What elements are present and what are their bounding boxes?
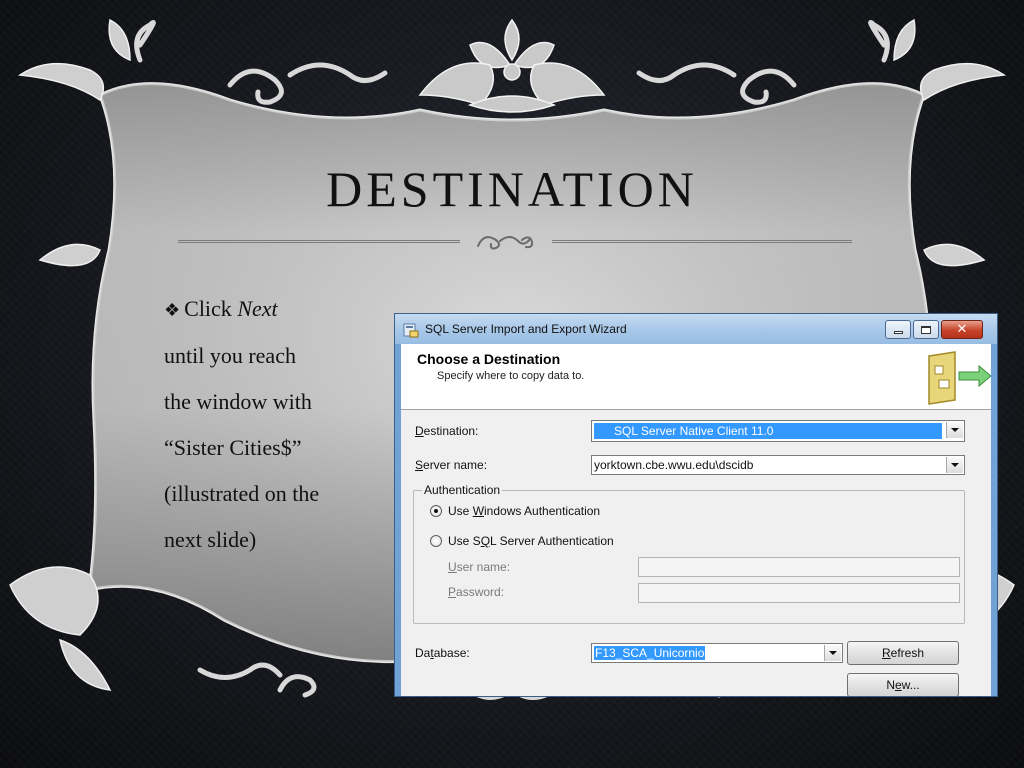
sql-auth-label[interactable]: Use SQL Server Authentication	[448, 534, 614, 548]
password-label: Password:	[448, 585, 505, 599]
dialog-title: SQL Server Import and Export Wizard	[425, 322, 627, 336]
minimize-icon	[893, 331, 903, 334]
user-name-label: User name:	[448, 560, 511, 574]
database-value: F13_SCA_Unicornio	[594, 646, 706, 660]
close-button[interactable]: ✕	[941, 320, 983, 339]
user-name-field[interactable]	[638, 557, 960, 577]
windows-auth-radio[interactable]	[430, 505, 442, 517]
destination-wizard-icon	[928, 351, 991, 405]
destination-combo[interactable]: SQL Server Native Client 11.0	[591, 420, 965, 442]
bullet-line-3: the window with	[164, 389, 312, 414]
refresh-button[interactable]: Refresh	[847, 641, 959, 665]
dialog-titlebar[interactable]: SQL Server Import and Export Wizard ✕	[395, 314, 997, 344]
sql-auth-radio[interactable]	[430, 535, 442, 547]
close-icon: ✕	[956, 322, 968, 337]
windows-auth-label[interactable]: Use Windows Authentication	[448, 504, 600, 518]
top-crest-ornament	[418, 18, 606, 113]
bullet-line-4: “Sister Cities$”	[164, 435, 302, 460]
new-button[interactable]: Ne w...	[847, 673, 959, 696]
slide-title: DESTINATION	[326, 161, 698, 217]
server-name-label: Server name:	[415, 458, 488, 472]
bullet-line-5: (illustrated on the	[164, 481, 320, 506]
maximize-button[interactable]	[913, 320, 939, 339]
maximize-icon	[921, 325, 931, 334]
authentication-group: Authentication Use Windows Authenticatio…	[413, 483, 965, 624]
bullet-line-1: ❖ Click Next	[164, 296, 278, 321]
chevron-down-icon[interactable]	[946, 422, 963, 438]
server-name-value: yorktown.cbe.wwu.edu\dscidb	[594, 458, 754, 472]
minimize-button[interactable]	[885, 320, 911, 339]
next-emphasis: Next	[237, 296, 278, 321]
wizard-app-icon	[403, 323, 419, 338]
destination-label: Destination:	[415, 424, 479, 438]
title-divider-left	[178, 240, 460, 243]
wizard-body: Destination: SQL Server Native Client 11…	[401, 410, 991, 696]
flourish-icon	[477, 236, 534, 250]
page-subtitle: Specify where to copy data to.	[437, 370, 585, 382]
bullet-paragraph: ❖ Click Next until you reach the window w…	[164, 286, 384, 563]
password-field[interactable]	[638, 583, 960, 603]
database-combo[interactable]: F13_SCA_Unicornio	[591, 643, 843, 663]
server-name-combo[interactable]: yorktown.cbe.wwu.edu\dscidb	[591, 455, 965, 475]
bullet-line-6: next slide)	[164, 527, 257, 552]
database-label: Database:	[415, 646, 470, 660]
chevron-down-icon[interactable]	[946, 457, 963, 473]
destination-value: SQL Server Native Client 11.0	[594, 423, 942, 439]
import-export-wizard-dialog: SQL Server Import and Export Wizard ✕ Ch…	[394, 313, 998, 697]
title-divider-right	[552, 240, 852, 243]
bullet-line-2: until you reach	[164, 343, 296, 368]
wizard-header: Choose a Destination Specify where to co…	[401, 344, 991, 410]
bullet-diamond-icon: ❖	[164, 300, 181, 320]
chevron-down-icon[interactable]	[824, 645, 841, 661]
page-title: Choose a Destination	[417, 351, 561, 367]
authentication-legend: Authentication	[422, 483, 503, 497]
